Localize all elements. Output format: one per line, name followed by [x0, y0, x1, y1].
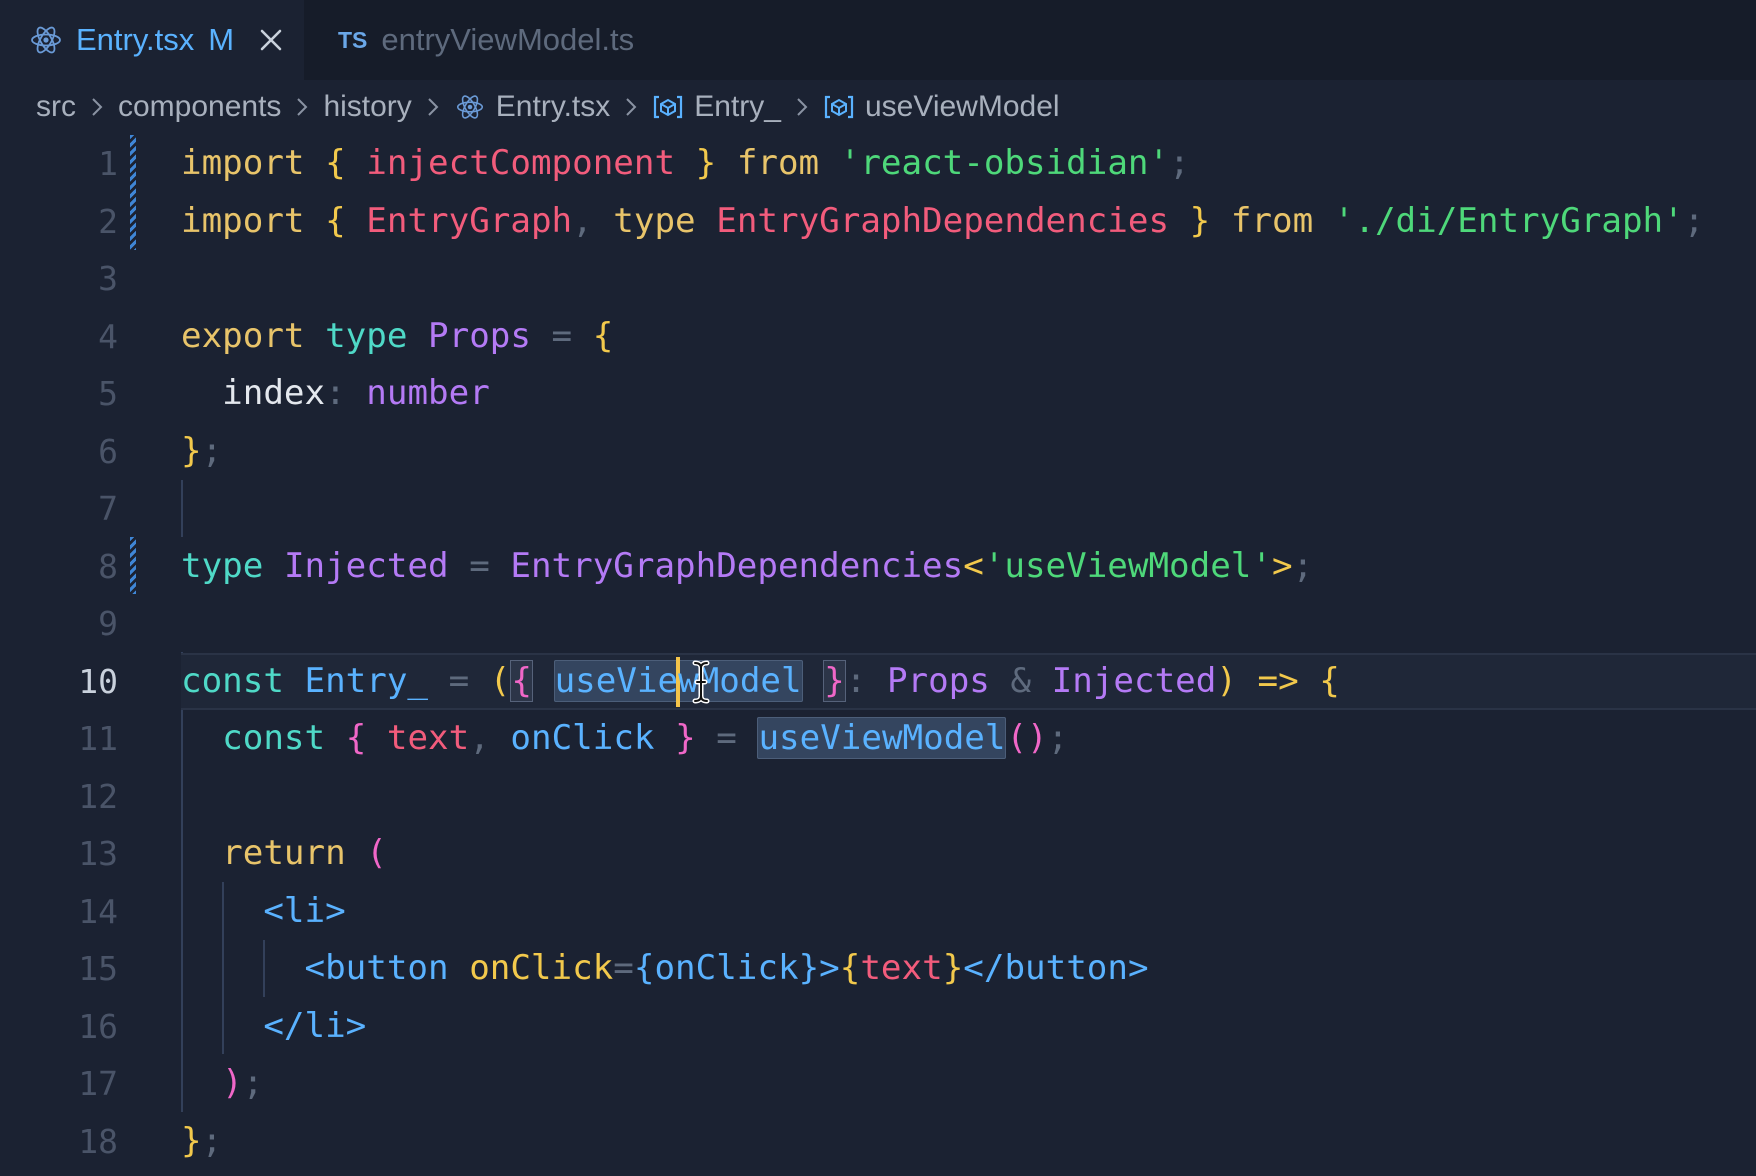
line-number: 1	[98, 144, 118, 183]
tab-label: Entry.tsx	[76, 22, 195, 57]
ibeam-cursor-icon	[692, 660, 710, 703]
line-number: 10	[78, 661, 118, 701]
chevron-right-icon	[626, 98, 637, 116]
line-number: 5	[98, 374, 118, 413]
text-cursor	[676, 657, 681, 707]
line-number: 15	[78, 949, 118, 988]
line-number: 13	[78, 834, 118, 873]
breadcrumb-item-entry-tsx[interactable]: Entry.tsx	[454, 90, 610, 124]
tab-label: entryViewModel.ts	[381, 22, 635, 57]
line-number: 16	[78, 1006, 118, 1046]
code-line[interactable]: 1 import { injectComponent } from 'react…	[0, 135, 1756, 193]
tab-entry-tsx[interactable]: Entry.tsx M	[0, 0, 304, 80]
line-number: 12	[78, 776, 118, 816]
code-text: </li>	[263, 1005, 367, 1046]
code-line[interactable]: 14 <li>	[0, 883, 1756, 941]
variable-symbol-icon	[824, 95, 854, 119]
code-text: <button onClick={onClick}>{text}</button…	[304, 948, 1149, 988]
chevron-right-icon	[92, 98, 103, 116]
code-text: };	[181, 1120, 223, 1161]
breadcrumb-item-entry-symbol[interactable]: Entry_	[652, 90, 781, 124]
code-text: import { EntryGraph, type EntryGraphDepe…	[181, 200, 1705, 241]
line-number: 4	[98, 316, 118, 356]
line-number: 18	[78, 1121, 118, 1161]
variable-symbol-icon	[654, 95, 683, 119]
code-line[interactable]: 15 <button onClick={onClick}>{text}</but…	[0, 940, 1756, 998]
breadcrumb-label: history	[323, 90, 412, 123]
code-line[interactable]: 2 import { EntryGraph, type EntryGraphDe…	[0, 193, 1756, 251]
code-text: const { text, onClick } = useViewModel()…	[222, 717, 1069, 759]
code-text: type Injected = EntryGraphDependencies<'…	[181, 545, 1314, 586]
breadcrumb-item-useviewmodel-symbol[interactable]: useViewModel	[823, 90, 1060, 124]
line-number: 11	[78, 719, 118, 758]
breadcrumb-item-components[interactable]: components	[118, 90, 281, 124]
typescript-icon: TS	[338, 26, 368, 53]
code-text: index: number	[222, 373, 490, 413]
line-number: 3	[98, 259, 118, 298]
code-line[interactable]: 13 return (	[0, 825, 1756, 883]
tab-bar: Entry.tsx M TS entryViewModel.ts	[0, 0, 1756, 80]
code-text: import { injectComponent } from 'react-o…	[181, 143, 1190, 183]
breadcrumb-label: Entry_	[694, 90, 781, 123]
react-icon	[31, 26, 61, 54]
code-line[interactable]: 4 export type Props = {	[0, 308, 1756, 366]
code-line[interactable]: 3	[0, 250, 1756, 308]
breadcrumb: src components history Entry.tsx Entry_ …	[36, 84, 1060, 130]
line-number: 8	[98, 546, 118, 586]
breadcrumb-label: Entry.tsx	[495, 90, 611, 123]
line-number: 9	[98, 604, 118, 643]
code-line[interactable]: 12	[0, 768, 1756, 826]
code-line[interactable]: 9	[0, 595, 1756, 653]
code-line[interactable]: 7	[0, 480, 1756, 538]
code-text: );	[222, 1063, 264, 1103]
modified-indicator: M	[208, 22, 235, 57]
tab-entryviewmodel-ts[interactable]: TS entryViewModel.ts	[304, 0, 724, 80]
code-line[interactable]: 18 };	[0, 1113, 1756, 1171]
react-icon	[456, 95, 483, 119]
code-text: const Entry_ = ({ useViewModel }: Props …	[181, 653, 1340, 711]
line-number: 7	[98, 489, 118, 528]
breadcrumb-item-src[interactable]: src	[36, 90, 76, 124]
close-icon[interactable]	[258, 27, 284, 53]
code-text: <li>	[263, 890, 346, 931]
breadcrumb-label: components	[118, 90, 282, 123]
line-number: 6	[98, 431, 118, 471]
line-number: 17	[78, 1064, 118, 1103]
code-text: return (	[222, 833, 387, 873]
line-number: 14	[78, 891, 118, 931]
code-line[interactable]: 6 };	[0, 423, 1756, 481]
code-editor[interactable]: 1 import { injectComponent } from 'react…	[0, 135, 1756, 1176]
chevron-right-icon	[797, 98, 808, 116]
code-text: };	[181, 430, 223, 471]
code-text: export type Props = {	[181, 315, 614, 356]
line-number: 2	[98, 201, 118, 241]
chevron-right-icon	[297, 98, 308, 116]
breadcrumb-label: useViewModel	[864, 90, 1060, 123]
breadcrumb-label: src	[36, 90, 76, 123]
code-line[interactable]: 8 type Injected = EntryGraphDependencies…	[0, 538, 1756, 596]
code-line[interactable]: 17 );	[0, 1055, 1756, 1113]
code-line[interactable]: 11 const { text, onClick } = useViewMode…	[0, 710, 1756, 768]
code-line[interactable]: 5 index: number	[0, 365, 1756, 423]
code-line[interactable]: 10 const Entry_ = ({ useViewModel }: Pro…	[0, 653, 1756, 711]
code-line[interactable]: 16 </li>	[0, 998, 1756, 1056]
chevron-right-icon	[428, 98, 439, 116]
breadcrumb-item-history[interactable]: history	[323, 90, 411, 124]
